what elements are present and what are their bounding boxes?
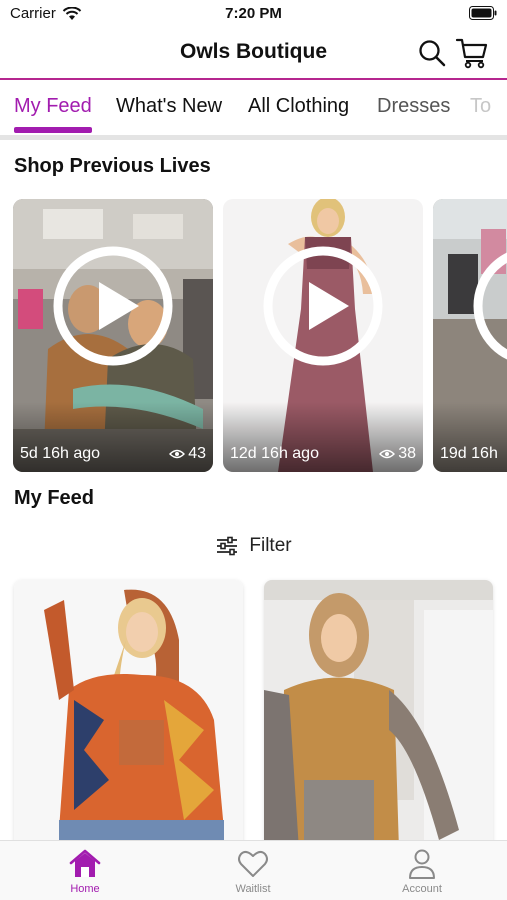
status-bar: Carrier 7:20 PM	[0, 0, 507, 28]
live-video-card[interactable]: 5d 16h ago 43	[13, 199, 213, 472]
cart-icon[interactable]	[455, 37, 489, 69]
product-image	[264, 580, 493, 850]
play-icon[interactable]	[51, 244, 175, 368]
previous-lives-carousel: 5d 16h ago 43 12d 16h ago 38 19d 16h	[0, 199, 507, 473]
tab-my-feed[interactable]: My Feed	[14, 95, 92, 118]
nav-account[interactable]: Account	[372, 848, 472, 898]
person-icon	[409, 849, 435, 879]
home-icon	[69, 849, 101, 877]
views-number: 43	[188, 445, 206, 462]
nav-waitlist[interactable]: Waitlist	[203, 848, 303, 898]
nav-account-label: Account	[402, 883, 442, 895]
tab-tops[interactable]: To	[470, 95, 491, 118]
live-time-ago: 19d 16h	[440, 445, 498, 462]
tab-all-clothing[interactable]: All Clothing	[248, 95, 349, 118]
live-video-card[interactable]: 12d 16h ago 38	[223, 199, 423, 472]
live-view-count: 43	[169, 445, 206, 463]
product-card[interactable]	[14, 580, 243, 850]
tab-dresses[interactable]: Dresses	[377, 95, 450, 118]
live-time-ago: 12d 16h ago	[230, 445, 319, 462]
views-number: 38	[398, 445, 416, 462]
sliders-icon	[217, 536, 238, 556]
tabs-divider	[0, 135, 507, 140]
nav-waitlist-label: Waitlist	[235, 883, 271, 895]
play-icon[interactable]	[471, 244, 507, 368]
search-icon[interactable]	[417, 38, 447, 68]
bottom-navigation: Home Waitlist Account	[0, 840, 507, 900]
play-icon[interactable]	[261, 244, 385, 368]
live-video-card[interactable]: 19d 16h	[433, 199, 507, 472]
product-card[interactable]	[264, 580, 493, 850]
battery-icon	[469, 6, 497, 20]
nav-home-label: Home	[70, 883, 100, 895]
app-header: Owls Boutique	[0, 28, 507, 78]
tab-whats-new[interactable]: What's New	[116, 95, 222, 118]
filter-button[interactable]: Filter	[0, 533, 507, 559]
active-tab-indicator	[14, 127, 92, 133]
eye-icon	[169, 449, 186, 459]
product-image	[14, 580, 243, 850]
clock: 7:20 PM	[225, 5, 282, 22]
eye-icon	[379, 449, 396, 459]
nav-home[interactable]: Home	[35, 848, 135, 898]
feed-title: My Feed	[14, 487, 95, 509]
filter-label: Filter	[249, 535, 292, 556]
live-view-count: 38	[379, 445, 416, 463]
heart-icon	[238, 850, 268, 877]
previous-lives-title: Shop Previous Lives	[14, 155, 211, 177]
live-time-ago: 5d 16h ago	[20, 445, 101, 462]
